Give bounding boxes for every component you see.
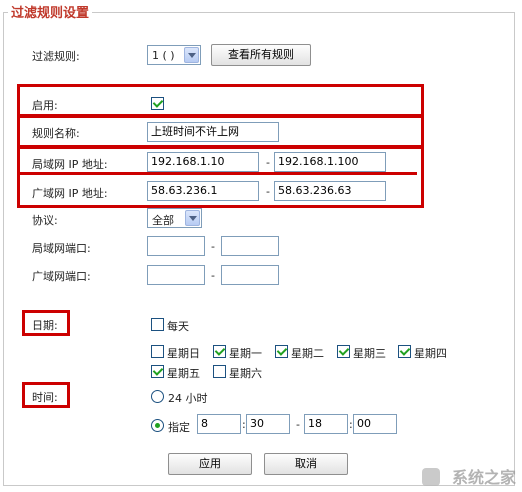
view-all-rules-button[interactable]: 查看所有规则 (211, 44, 311, 66)
filter-rule-label: 过滤规则: (32, 50, 80, 63)
protocol-value: 全部 (152, 214, 174, 227)
watermark-logo-icon (422, 468, 440, 486)
filter-rule-select[interactable]: 1 ( ) (147, 45, 201, 65)
day-label-saturday: 星期六 (229, 367, 262, 380)
end-minute-input[interactable]: 00 (353, 414, 397, 434)
protocol-label: 协议: (32, 214, 58, 227)
range-dash: - (211, 269, 215, 282)
day-checkbox-sunday[interactable] (151, 345, 164, 358)
day-checkbox-wednesday[interactable] (337, 345, 350, 358)
everyday-checkbox[interactable] (151, 318, 164, 331)
day-label-thursday: 星期四 (414, 347, 447, 360)
chevron-down-icon[interactable] (185, 210, 200, 226)
highlight-divider (17, 172, 417, 175)
day-checkbox-saturday[interactable] (213, 365, 226, 378)
range-dash: - (296, 418, 300, 431)
cancel-button[interactable]: 取消 (264, 453, 348, 475)
highlight-date-label (22, 310, 70, 336)
start-hour-input[interactable]: 8 (197, 414, 241, 434)
highlight-time-label (22, 382, 70, 408)
watermark: 系统之家 (451, 468, 516, 487)
day-label-monday: 星期一 (229, 347, 262, 360)
specify-time-radio[interactable] (151, 419, 164, 432)
wan-port-end-input[interactable] (221, 265, 279, 285)
highlight-rule-name-row (17, 115, 424, 148)
lan-port-end-input[interactable] (221, 236, 279, 256)
highlight-enable-row (17, 84, 424, 117)
end-hour-input[interactable]: 18 (304, 414, 348, 434)
day-checkbox-thursday[interactable] (398, 345, 411, 358)
filter-rule-value: 1 ( ) (152, 49, 175, 62)
day-label-friday: 星期五 (167, 367, 200, 380)
chevron-down-icon[interactable] (184, 47, 199, 63)
day-checkbox-monday[interactable] (213, 345, 226, 358)
specify-time-label: 指定 (168, 421, 190, 434)
range-dash: - (211, 240, 215, 253)
day-label-wednesday: 星期三 (353, 347, 386, 360)
everyday-label: 每天 (167, 320, 189, 333)
day-label-sunday: 星期日 (167, 347, 200, 360)
apply-button[interactable]: 应用 (168, 453, 252, 475)
all-day-label: 24 小时 (168, 392, 208, 405)
highlight-ip-rows (17, 146, 424, 208)
lan-port-start-input[interactable] (147, 236, 205, 256)
start-minute-input[interactable]: 30 (246, 414, 290, 434)
lan-port-label: 局域网端口: (32, 242, 91, 255)
all-day-radio[interactable] (151, 390, 164, 403)
day-label-tuesday: 星期二 (291, 347, 324, 360)
day-checkbox-tuesday[interactable] (275, 345, 288, 358)
protocol-select[interactable]: 全部 (147, 208, 202, 228)
day-checkbox-friday[interactable] (151, 365, 164, 378)
wan-port-start-input[interactable] (147, 265, 205, 285)
wan-port-label: 广域网端口: (32, 270, 91, 283)
section-title: 过滤规则设置 (8, 2, 93, 21)
